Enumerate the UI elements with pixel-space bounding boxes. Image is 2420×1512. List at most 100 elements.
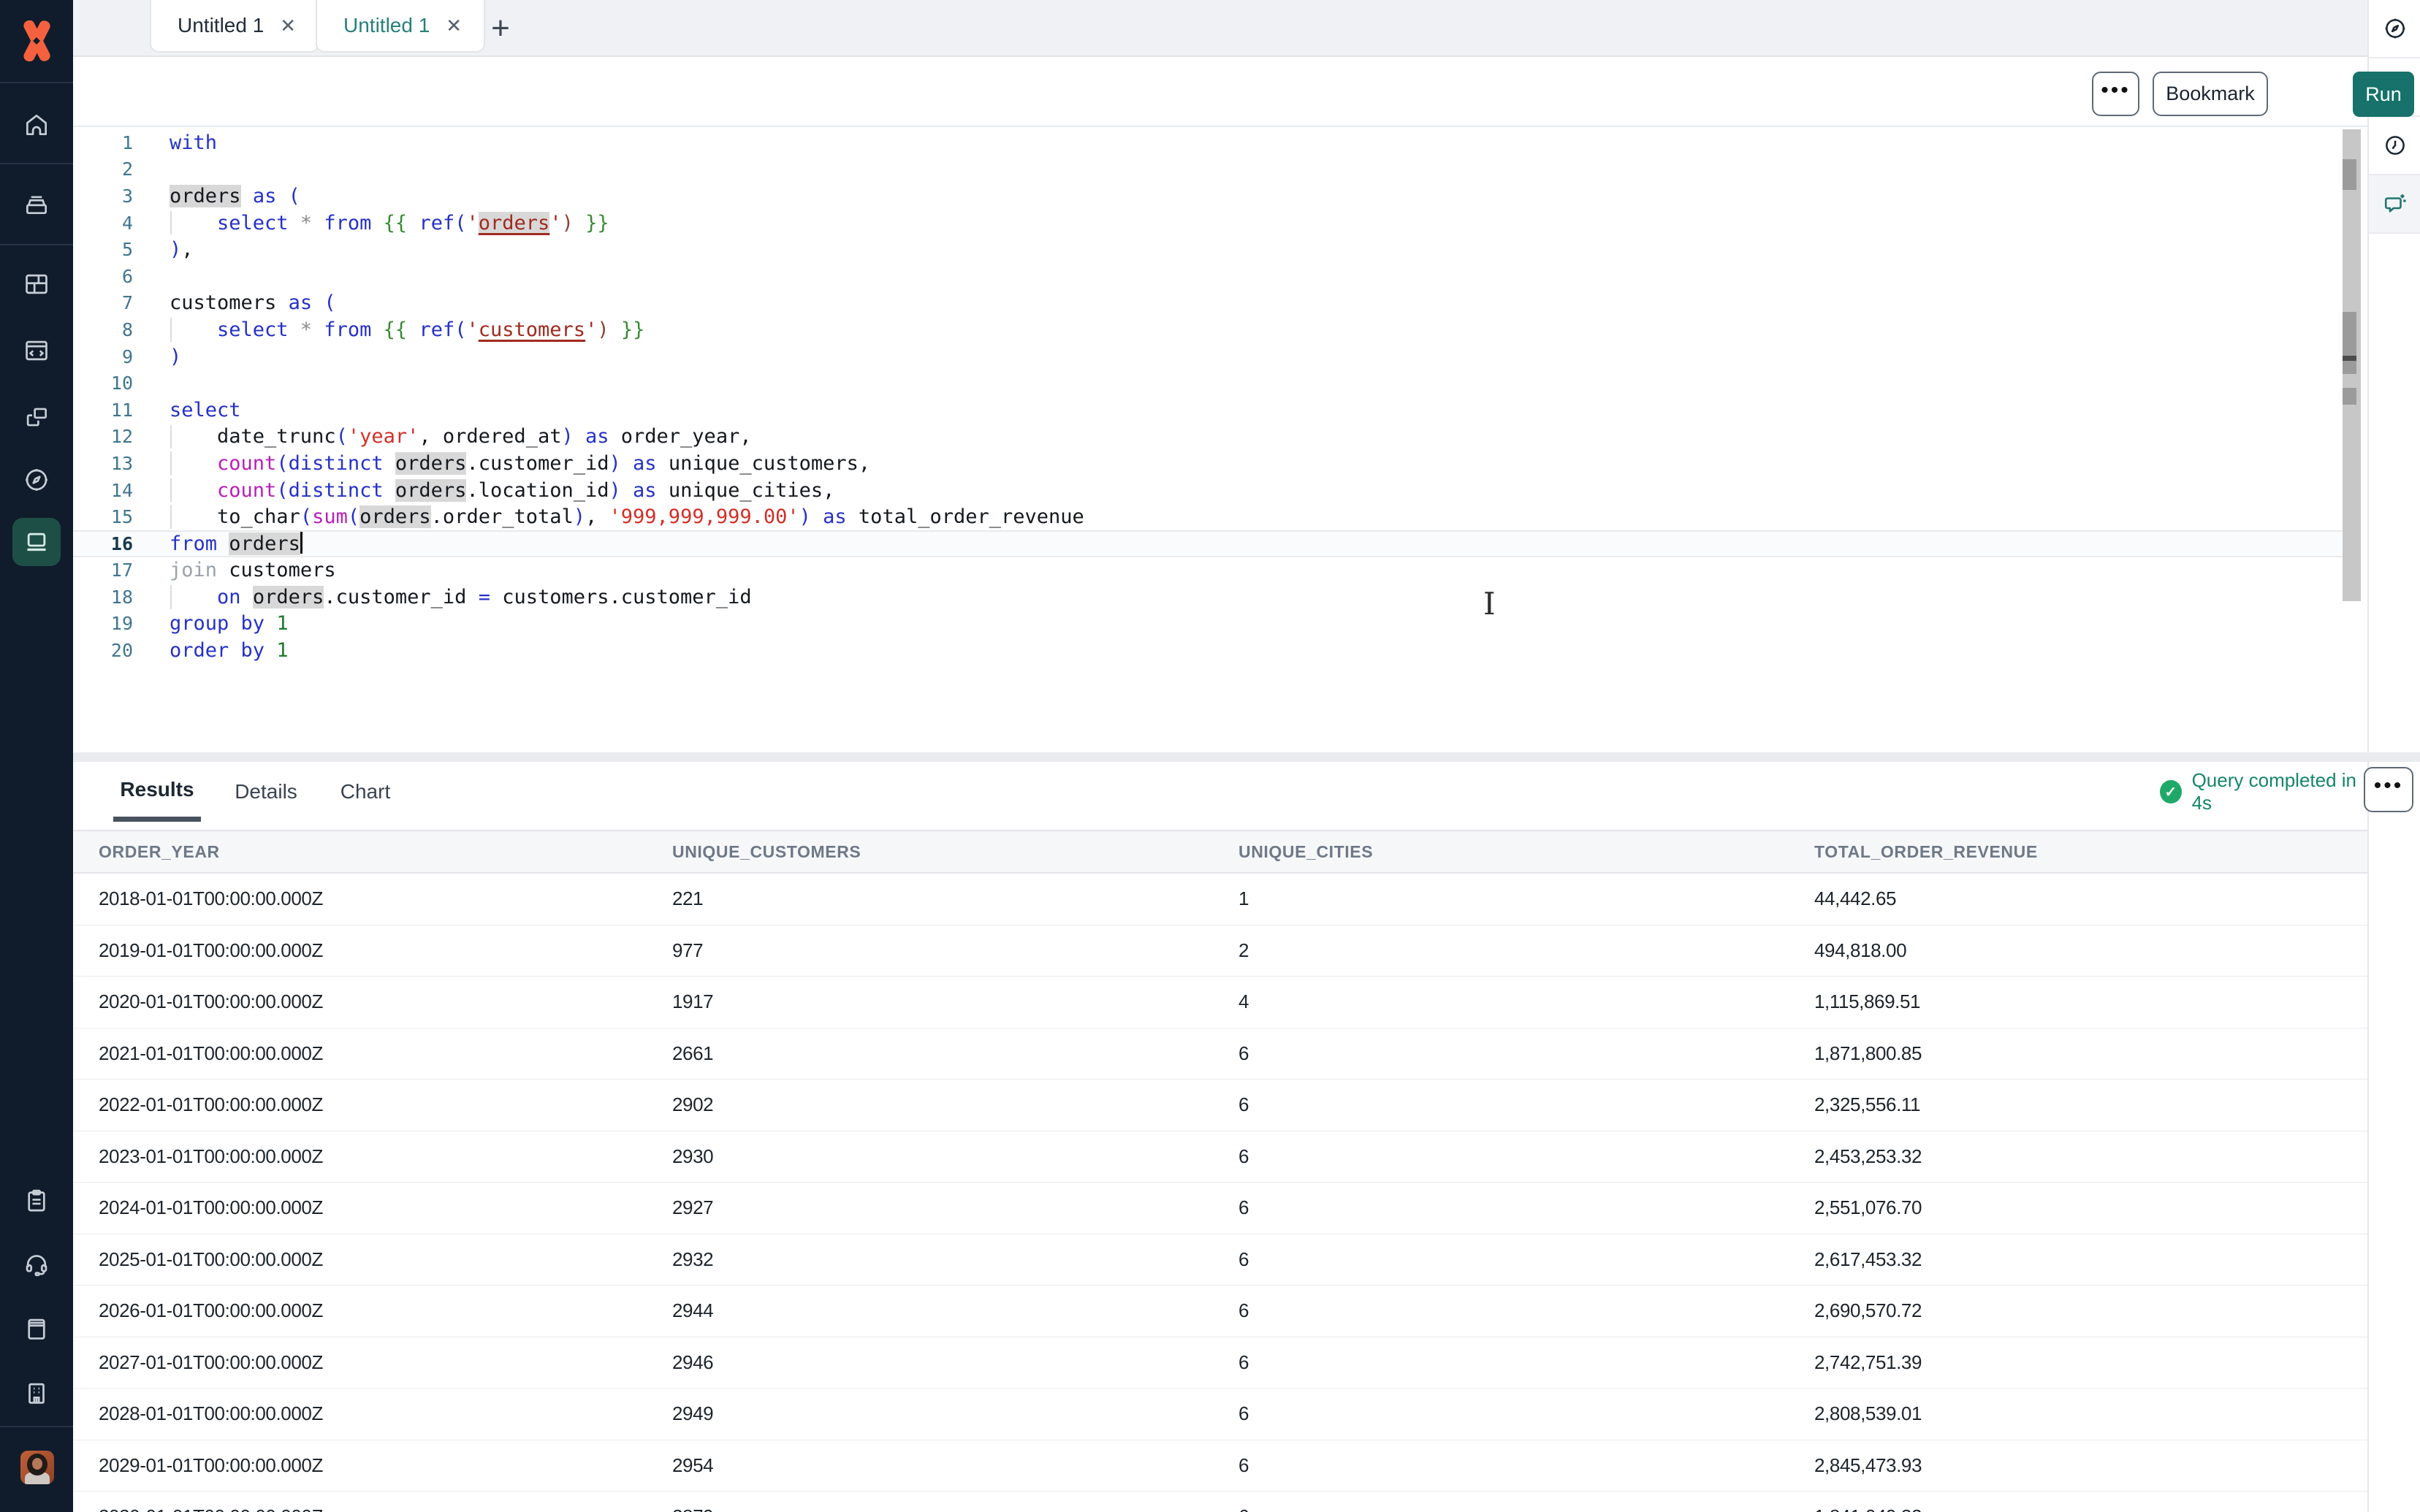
editor-line[interactable]: 11select <box>73 397 2343 424</box>
code-token <box>811 505 823 528</box>
new-tab-button[interactable]: + <box>484 12 517 45</box>
editor-line[interactable]: 5), <box>73 236 2343 263</box>
line-code: ) <box>170 345 181 368</box>
results-tab-details[interactable]: Details <box>227 762 305 822</box>
sidebar-item-ai-chat[interactable] <box>2369 175 2420 234</box>
close-tab-icon[interactable]: ✕ <box>280 16 296 35</box>
sidebar-item-history[interactable] <box>2369 117 2420 175</box>
table-row[interactable]: 2020-01-01T00:00:00.000Z191741,115,869.5… <box>73 977 2367 1028</box>
document-tab[interactable]: Untitled 1✕ <box>150 0 319 53</box>
column-header[interactable]: ORDER_YEAR <box>73 831 647 872</box>
user-avatar[interactable] <box>20 1451 54 1484</box>
table-cell: 494,818.00 <box>1789 939 2367 962</box>
table-row[interactable]: 2022-01-01T00:00:00.000Z290262,325,556.1… <box>73 1080 2367 1131</box>
column-header[interactable]: UNIQUE_CUSTOMERS <box>647 831 1213 872</box>
table-cell: 6 <box>1213 1402 1789 1425</box>
table-row[interactable]: 2029-01-01T00:00:00.000Z295462,845,473.9… <box>73 1440 2367 1492</box>
table-row[interactable]: 2021-01-01T00:00:00.000Z266161,871,800.8… <box>73 1028 2367 1080</box>
code-token <box>265 639 276 662</box>
table-cell: 2661 <box>647 1042 1213 1065</box>
scrollbar-mark <box>2343 361 2356 374</box>
table-cell: 2,690,570.72 <box>1789 1299 2367 1322</box>
cell-more-button[interactable]: ••• <box>2092 72 2139 116</box>
editor-line[interactable]: 10 <box>73 370 2343 397</box>
editor-line[interactable]: 19group by 1 <box>73 611 2343 638</box>
table-row[interactable]: 2024-01-01T00:00:00.000Z292762,551,076.7… <box>73 1183 2367 1234</box>
sidebar-item-apps[interactable] <box>0 270 73 298</box>
editor-scrollbar[interactable] <box>2343 129 2361 601</box>
editor-line[interactable]: 8 select * from {{ ref('customers') }} <box>73 316 2343 343</box>
table-cell: 2,808,539.01 <box>1789 1402 2367 1425</box>
code-token: orders <box>395 479 467 502</box>
editor-line[interactable]: 2 <box>73 156 2343 183</box>
editor-line[interactable]: 3orders as ( <box>73 183 2343 210</box>
table-cell: 2944 <box>647 1299 1213 1322</box>
sidebar-item-clipboard[interactable] <box>0 1187 73 1215</box>
code-token: ( <box>454 212 466 234</box>
sidebar-item-docs[interactable] <box>0 1315 73 1343</box>
editor-line[interactable]: 18 on orders.customer_id = customers.cus… <box>73 584 2343 611</box>
table-cell: 6 <box>1213 1145 1789 1168</box>
editor-line[interactable]: 9) <box>73 343 2343 370</box>
editor-line[interactable]: 7customers as ( <box>73 290 2343 317</box>
close-tab-icon[interactable]: ✕ <box>446 16 462 35</box>
editor-line[interactable]: 15 to_char(sum(orders.order_total), '999… <box>73 503 2343 530</box>
table-row[interactable]: 2027-01-01T00:00:00.000Z294662,742,751.3… <box>73 1337 2367 1389</box>
code-token <box>241 185 253 207</box>
run-button[interactable]: Run <box>2353 72 2414 117</box>
sidebar-item-explore[interactable] <box>0 466 73 494</box>
table-cell: 2020-01-01T00:00:00.000Z <box>73 990 647 1013</box>
results-table-body[interactable]: 2018-01-01T00:00:00.000Z221144,442.65201… <box>73 874 2367 1512</box>
sidebar-item-support[interactable] <box>0 1251 73 1278</box>
editor-line[interactable]: 1with <box>73 129 2343 156</box>
editor-line[interactable]: 12 date_trunc('year', ordered_at) as ord… <box>73 424 2343 451</box>
table-row[interactable]: 2026-01-01T00:00:00.000Z294462,690,570.7… <box>73 1286 2367 1337</box>
line-number: 6 <box>73 266 136 287</box>
code-token: ) <box>609 479 621 502</box>
editor-line[interactable]: 4 select * from {{ ref('orders') }} <box>73 210 2343 237</box>
table-cell: 2,453,253.32 <box>1789 1145 2367 1168</box>
sidebar-item-projects[interactable] <box>0 190 73 218</box>
sidebar-item-share[interactable] <box>0 403 73 431</box>
sidebar-item-organization[interactable] <box>0 1379 73 1407</box>
editor-line[interactable]: 16from orders <box>73 530 2343 557</box>
table-row[interactable]: 2023-01-01T00:00:00.000Z293062,453,253.3… <box>73 1131 2367 1183</box>
table-row[interactable]: 2028-01-01T00:00:00.000Z294962,808,539.0… <box>73 1389 2367 1440</box>
bookmark-button[interactable]: Bookmark <box>2153 72 2268 116</box>
editor-line[interactable]: 13 count(distinct orders.customer_id) as… <box>73 450 2343 477</box>
scrollbar-mark <box>2343 388 2356 405</box>
sql-editor[interactable]: 1with23orders as (4 select * from {{ ref… <box>73 127 2343 752</box>
table-row[interactable]: 2019-01-01T00:00:00.000Z9772494,818.00 <box>73 925 2367 977</box>
sidebar-item-home[interactable] <box>0 111 73 139</box>
results-more-button[interactable]: ••• <box>2364 767 2413 812</box>
table-cell: 6 <box>1213 1505 1789 1512</box>
table-cell: 2026-01-01T00:00:00.000Z <box>73 1299 647 1322</box>
line-code: select * from {{ ref('customers') }} <box>170 318 644 341</box>
sidebar-item-explore-right[interactable] <box>2369 0 2420 58</box>
line-number: 3 <box>73 186 136 207</box>
divider <box>0 1426 73 1427</box>
results-tab-chart[interactable]: Chart <box>332 762 398 822</box>
avatar-face <box>32 1458 42 1470</box>
table-cell: 2023-01-01T00:00:00.000Z <box>73 1145 647 1168</box>
editor-line[interactable]: 14 count(distinct orders.location_id) as… <box>73 477 2343 504</box>
column-header[interactable]: TOTAL_ORDER_REVENUE <box>1789 831 2367 872</box>
editor-line[interactable]: 6 <box>73 263 2343 290</box>
column-header[interactable]: UNIQUE_CITIES <box>1213 831 1789 872</box>
code-token <box>170 212 217 234</box>
table-row[interactable]: 2018-01-01T00:00:00.000Z221144,442.65 <box>73 874 2367 925</box>
sidebar-item-notebook-active[interactable] <box>12 518 61 566</box>
editor-line[interactable]: 17join customers <box>73 557 2343 584</box>
line-code: on orders.customer_id = customers.custom… <box>170 586 752 608</box>
table-row[interactable]: 2030-01-01T00:00:00.000Z287961,841,049.3… <box>73 1492 2367 1512</box>
editor-line[interactable]: 20order by 1 <box>73 637 2343 664</box>
line-code: order by 1 <box>170 639 289 662</box>
table-cell: 2,742,751.39 <box>1789 1351 2367 1374</box>
results-tab-results[interactable]: Results <box>113 762 201 822</box>
sidebar-item-code[interactable] <box>0 337 73 364</box>
hex-logo[interactable] <box>0 20 73 61</box>
document-tab[interactable]: Untitled 1✕ <box>316 0 485 53</box>
table-row[interactable]: 2025-01-01T00:00:00.000Z293262,617,453.3… <box>73 1234 2367 1286</box>
code-token <box>289 212 300 234</box>
table-cell: 2902 <box>647 1093 1213 1116</box>
